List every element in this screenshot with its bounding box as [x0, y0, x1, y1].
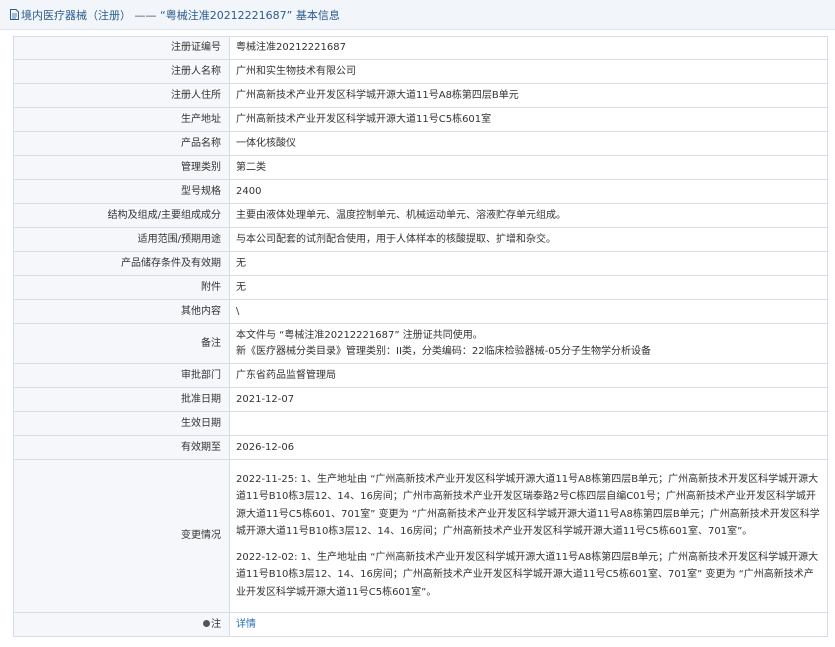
row-value: \	[229, 299, 828, 324]
row-label: 生效日期	[13, 411, 230, 436]
page-header: 境内医疗器械（注册） —— “粤械注准20212221687” 基本信息	[0, 0, 835, 30]
row-label: 附件	[13, 275, 230, 300]
row-label: 审批部门	[13, 363, 230, 388]
row-value: 第二类	[229, 155, 828, 180]
table-row-note: 注 详情	[13, 612, 828, 637]
details-link[interactable]: 详情	[236, 619, 256, 630]
row-value: 无	[229, 275, 828, 300]
table-row: 注册人名称 广州和实生物技术有限公司	[13, 59, 828, 84]
remarks-label: 备注	[13, 323, 230, 364]
table-row-changes: 变更情况 2022-11-25: 1、生产地址由 “广州高新技术产业开发区科学城…	[13, 459, 828, 613]
row-value	[229, 411, 828, 436]
note-icon	[203, 619, 210, 627]
table-row: 结构及组成/主要组成成分 主要由液体处理单元、温度控制单元、机械运动单元、溶液贮存…	[13, 203, 828, 228]
change-entry: 2022-12-02: 1、生产地址由 “广州高新技术产业开发区科学城开源大道1…	[236, 551, 819, 598]
row-label: 型号规格	[13, 179, 230, 204]
table-row: 附件无	[13, 275, 828, 300]
remarks-value: 本文件与 “粤械注准20212221687” 注册证共同使用。 新《医疗器械分类…	[229, 323, 828, 364]
info-table-wrapper: 注册证编号 粤械注准20212221687 注册人名称 广州和实生物技术有限公司 注…	[13, 36, 828, 637]
row-value: 2400	[229, 179, 828, 204]
table-row: 产品名称 一体化核酸仪	[13, 131, 828, 156]
row-label: 有效期至	[13, 435, 230, 460]
table-row: 注册证编号 粤械注准20212221687	[13, 36, 828, 60]
row-value: 与本公司配套的试剂配合使用，用于人体样本的核酸提取、扩增和杂交。	[229, 227, 828, 252]
changes-value: 2022-11-25: 1、生产地址由 “广州高新技术产业开发区科学城开源大道1…	[229, 459, 828, 613]
row-label: 结构及组成/主要组成成分	[13, 203, 230, 228]
table-row: 批准日期 2021-12-07	[13, 387, 828, 412]
row-value: 广州高新技术产业开发区科学城开源大道11号C5栋601室	[229, 107, 828, 132]
row-label: 管理类别	[13, 155, 230, 180]
table-row: 审批部门 广东省药品监督管理局	[13, 363, 828, 388]
row-label: 其他内容	[13, 299, 230, 324]
row-label: 批准日期	[13, 387, 230, 412]
row-label: 注册人名称	[13, 59, 230, 84]
table-row-remarks: 备注 本文件与 “粤械注准20212221687” 注册证共同使用。 新《医疗器…	[13, 323, 828, 364]
row-value: 2026-12-06	[229, 435, 828, 460]
remarks-line: 新《医疗器械分类目录》管理类别：II类，分类编码：22临床检验器械-05分子生物…	[236, 345, 651, 357]
row-label: 注册证编号	[13, 36, 230, 60]
note-label: 注	[211, 618, 221, 630]
row-label: 产品名称	[13, 131, 230, 156]
row-value: 广州高新技术产业开发区科学城开源大道11号A8栋第四层B单元	[229, 83, 828, 108]
table-row: 管理类别 第二类	[13, 155, 828, 180]
table-row: 产品储存条件及有效期无	[13, 251, 828, 276]
document-icon	[10, 9, 19, 20]
table-row: 型号规格 2400	[13, 179, 828, 204]
table-row: 生产地址 广州高新技术产业开发区科学城开源大道11号C5栋601室	[13, 107, 828, 132]
page-title: 境内医疗器械（注册） —— “粤械注准20212221687” 基本信息	[21, 8, 340, 22]
row-label: 适用范围/预期用途	[13, 227, 230, 252]
info-table: 注册证编号 粤械注准20212221687 注册人名称 广州和实生物技术有限公司 注…	[13, 36, 828, 637]
row-value: 广州和实生物技术有限公司	[229, 59, 828, 84]
row-value: 2021-12-07	[229, 387, 828, 412]
remarks-line: 本文件与 “粤械注准20212221687” 注册证共同使用。	[236, 329, 483, 341]
change-entry: 2022-11-25: 1、生产地址由 “广州高新技术产业开发区科学城开源大道1…	[236, 473, 820, 538]
table-row: 生效日期	[13, 411, 828, 436]
note-value: 详情	[229, 612, 828, 637]
table-row: 注册人住所 广州高新技术产业开发区科学城开源大道11号A8栋第四层B单元	[13, 83, 828, 108]
row-value: 主要由液体处理单元、温度控制单元、机械运动单元、溶液贮存单元组成。	[229, 203, 828, 228]
row-value: 粤械注准20212221687	[229, 36, 828, 60]
row-label: 产品储存条件及有效期	[13, 251, 230, 276]
table-row: 适用范围/预期用途 与本公司配套的试剂配合使用，用于人体样本的核酸提取、扩增和杂交…	[13, 227, 828, 252]
table-row: 其他内容 \	[13, 299, 828, 324]
row-label: 生产地址	[13, 107, 230, 132]
row-value: 无	[229, 251, 828, 276]
row-value: 一体化核酸仪	[229, 131, 828, 156]
note-label-cell: 注	[13, 612, 230, 637]
row-value: 广东省药品监督管理局	[229, 363, 828, 388]
row-label: 注册人住所	[13, 83, 230, 108]
changes-label: 变更情况	[13, 459, 230, 613]
table-row: 有效期至 2026-12-06	[13, 435, 828, 460]
